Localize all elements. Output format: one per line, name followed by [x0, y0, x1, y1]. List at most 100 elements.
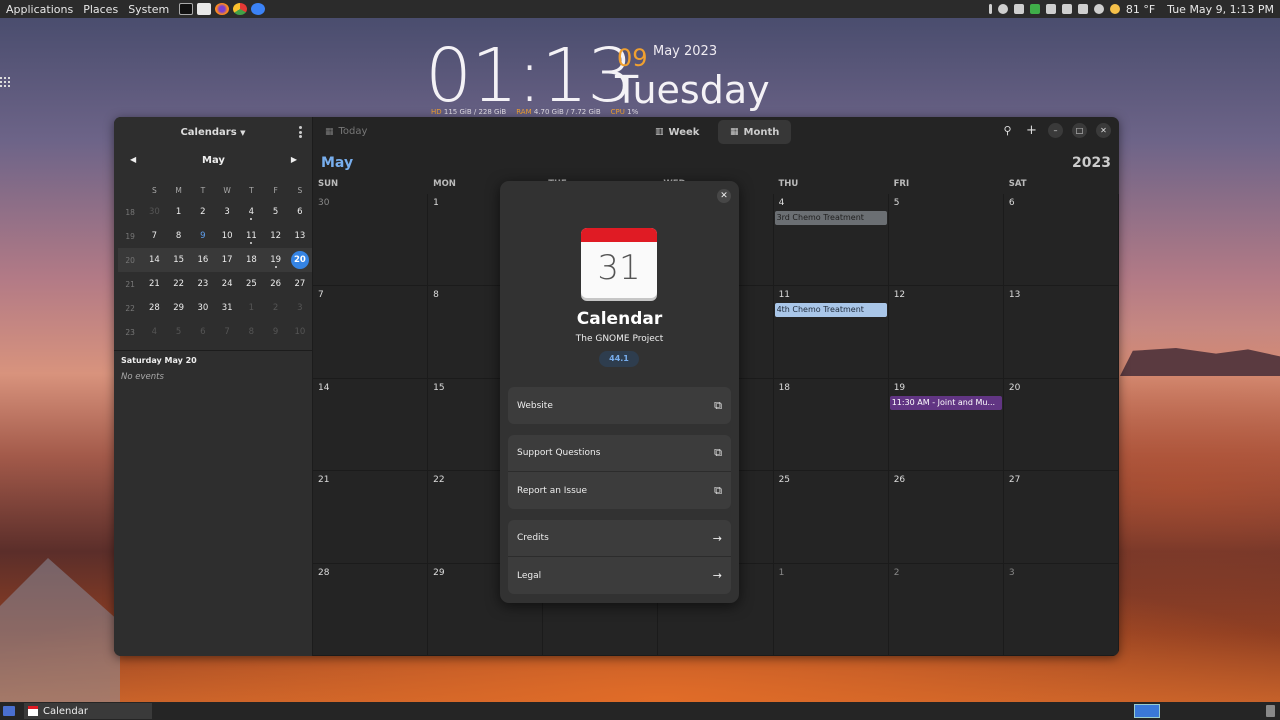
mini-day[interactable]: 28 — [142, 296, 166, 320]
event-chip[interactable]: 11:30 AM - Joint and Mu... — [889, 395, 1002, 410]
mini-day[interactable]: 25 — [239, 272, 263, 296]
mini-day[interactable]: 7 — [215, 320, 239, 344]
day-cell[interactable]: 2 — [888, 563, 1004, 656]
day-cell[interactable]: 7 — [313, 286, 429, 379]
mini-day[interactable]: 30 — [142, 200, 166, 224]
day-cell[interactable]: 4 3rd Chemo Treatment — [773, 194, 889, 287]
day-cell[interactable]: 13 — [1003, 286, 1119, 379]
firefox-launcher-icon[interactable] — [215, 3, 230, 15]
mini-day[interactable]: 27 — [288, 272, 312, 296]
close-window-icon[interactable]: ✕ — [1096, 123, 1111, 138]
trash-icon[interactable] — [1266, 705, 1275, 717]
mini-day[interactable]: 24 — [215, 272, 239, 296]
weather-temp[interactable]: 81 °F — [1126, 3, 1155, 16]
ubuntu-tray-icon[interactable] — [997, 4, 1008, 14]
mini-day[interactable]: 20 — [287, 248, 312, 272]
mini-day[interactable]: 30 — [191, 296, 215, 320]
day-cell[interactable]: 3 — [1003, 563, 1119, 656]
day-cell[interactable]: 28 — [313, 563, 429, 656]
volume-tray-icon[interactable] — [1077, 4, 1088, 14]
monitor-tray-icon[interactable] — [1013, 4, 1024, 14]
maximize-icon[interactable]: □ — [1072, 123, 1087, 138]
mini-day[interactable]: 15 — [166, 248, 191, 272]
day-cell[interactable]: 11 4th Chemo Treatment — [773, 286, 889, 379]
mini-day[interactable]: 10 — [215, 224, 239, 248]
day-cell[interactable]: 12 — [888, 286, 1004, 379]
kebab-tray-icon[interactable] — [988, 4, 992, 14]
day-cell[interactable]: 14 — [313, 378, 429, 472]
next-month-icon[interactable]: ▶ — [291, 155, 297, 164]
close-dialog-icon[interactable]: ✕ — [717, 189, 731, 203]
mini-day[interactable]: 31 — [215, 296, 239, 320]
mini-day[interactable]: 7 — [142, 224, 166, 248]
workspace-switcher-icon[interactable] — [1134, 704, 1160, 718]
support-row[interactable]: Support Questions ⧉ — [508, 435, 731, 472]
day-cell[interactable]: 18 — [773, 378, 889, 472]
search-icon[interactable]: ⚲ — [1000, 124, 1015, 137]
day-cell[interactable]: 6 — [1003, 194, 1119, 287]
prev-month-icon[interactable]: ◀ — [130, 155, 136, 164]
sidebar-menu-icon[interactable] — [299, 126, 302, 138]
mini-day[interactable]: 2 — [264, 296, 288, 320]
mini-day[interactable]: 29 — [167, 296, 191, 320]
day-cell[interactable]: 25 — [773, 471, 889, 564]
messaging-launcher-icon[interactable] — [251, 3, 266, 15]
day-cell[interactable]: 5 — [888, 194, 1004, 287]
files-launcher-icon[interactable] — [197, 3, 212, 15]
applications-menu[interactable]: Applications — [6, 3, 73, 16]
day-cell[interactable]: 1 — [773, 563, 889, 656]
week-view-button[interactable]: ▥ Week — [643, 120, 711, 144]
mini-day[interactable]: 1 — [239, 296, 263, 320]
taskbar-calendar[interactable]: Calendar — [24, 703, 152, 719]
mini-day[interactable]: 9 — [191, 224, 215, 248]
places-menu[interactable]: Places — [83, 3, 118, 16]
day-cell[interactable]: 26 — [888, 471, 1004, 564]
mini-day[interactable]: 3 — [215, 200, 239, 224]
mini-day[interactable]: 11 — [239, 224, 263, 248]
event-chip[interactable]: 4th Chemo Treatment — [774, 303, 887, 318]
minimize-icon[interactable]: – — [1048, 123, 1063, 138]
display-tray-icon[interactable] — [1061, 4, 1072, 14]
legal-row[interactable]: Legal → — [508, 557, 731, 594]
mini-day[interactable]: 13 — [288, 224, 312, 248]
mini-day[interactable]: 3 — [288, 296, 312, 320]
mini-day[interactable]: 2 — [191, 200, 215, 224]
day-cell[interactable]: 21 — [313, 471, 429, 564]
mini-day[interactable]: 10 — [288, 320, 312, 344]
mini-day[interactable]: 6 — [191, 320, 215, 344]
today-button[interactable]: ▦ Today — [325, 126, 367, 137]
day-cell[interactable]: 20 — [1003, 378, 1119, 472]
shield-tray-icon[interactable] — [1029, 4, 1040, 14]
mini-day[interactable]: 16 — [190, 248, 215, 272]
version-badge[interactable]: 44.1 — [599, 351, 639, 367]
calendars-dropdown[interactable]: Calendars ▼ — [180, 127, 245, 138]
mini-day[interactable]: 6 — [288, 200, 312, 224]
website-row[interactable]: Website ⧉ — [508, 387, 731, 424]
mini-day[interactable]: 1 — [167, 200, 191, 224]
day-cell[interactable]: 27 — [1003, 471, 1119, 564]
mini-day[interactable]: 9 — [264, 320, 288, 344]
day-cell[interactable]: 30 — [313, 194, 429, 287]
report-issue-row[interactable]: Report an Issue ⧉ — [508, 472, 731, 509]
event-chip[interactable]: 3rd Chemo Treatment — [774, 211, 887, 225]
mini-day[interactable]: 26 — [264, 272, 288, 296]
terminal-launcher-icon[interactable] — [179, 3, 194, 15]
panel-clock[interactable]: Tue May 9, 1:13 PM — [1167, 3, 1274, 16]
mini-day[interactable]: 4 — [239, 200, 263, 224]
mini-day[interactable]: 18 — [239, 248, 264, 272]
mini-day[interactable]: 22 — [167, 272, 191, 296]
mini-day[interactable]: 4 — [142, 320, 166, 344]
mini-day[interactable]: 8 — [239, 320, 263, 344]
mini-day[interactable]: 17 — [215, 248, 240, 272]
mini-day[interactable]: 21 — [142, 272, 166, 296]
mini-day[interactable]: 19 — [263, 248, 288, 272]
mini-day[interactable]: 14 — [142, 248, 167, 272]
wifi-tray-icon[interactable] — [1045, 4, 1056, 14]
add-event-icon[interactable]: + — [1024, 123, 1039, 138]
show-desktop-icon[interactable] — [3, 706, 15, 716]
mini-day[interactable]: 23 — [191, 272, 215, 296]
mini-day[interactable]: 8 — [167, 224, 191, 248]
power-tray-icon[interactable] — [1093, 4, 1104, 14]
month-view-button[interactable]: ▦ Month — [718, 120, 792, 144]
day-cell[interactable]: 19 11:30 AM - Joint and Mu... — [888, 378, 1004, 472]
